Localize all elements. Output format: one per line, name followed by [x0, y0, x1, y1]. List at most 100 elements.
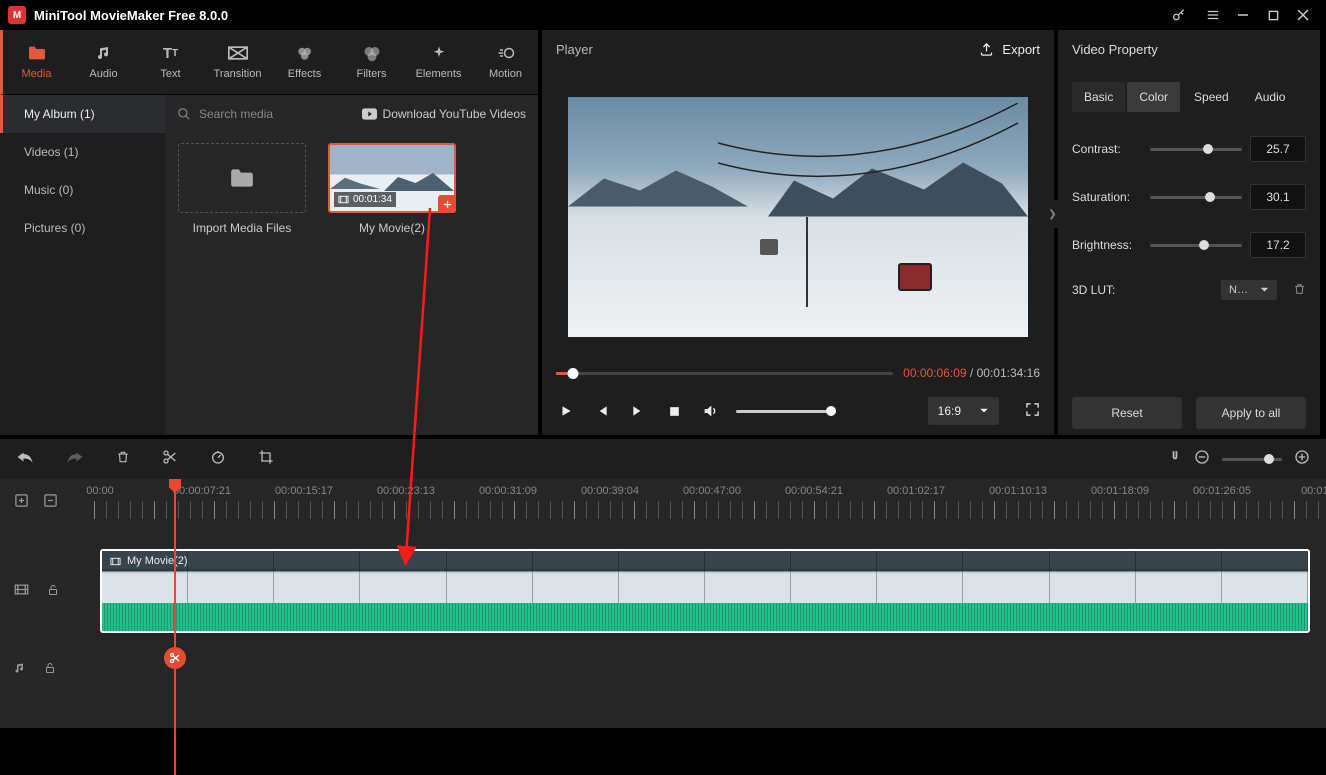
tab-media[interactable]: Media	[3, 30, 70, 94]
volume-slider[interactable]	[736, 410, 836, 413]
scissors-icon[interactable]	[164, 647, 186, 669]
app-logo: M	[8, 6, 26, 24]
speed-button[interactable]	[210, 449, 226, 469]
media-toolbar: Search media Download YouTube Videos	[165, 95, 538, 133]
timecode: 00:00:06:09 / 00:01:34:16	[903, 366, 1040, 380]
search-input[interactable]: Search media	[177, 107, 362, 121]
add-track-button[interactable]	[14, 493, 29, 511]
license-key-icon[interactable]	[1164, 0, 1194, 30]
playhead[interactable]	[174, 479, 176, 775]
tab-effects[interactable]: Effects	[271, 30, 338, 94]
download-youtube-link[interactable]: Download YouTube Videos	[362, 107, 526, 121]
audio-track-content[interactable]	[94, 649, 1326, 689]
import-dropzone[interactable]	[178, 143, 306, 213]
folder-icon	[229, 167, 255, 189]
tab-filters[interactable]: Filters	[338, 30, 405, 94]
clip-thumbnail[interactable]: 00:01:34	[328, 143, 456, 213]
transition-icon	[228, 44, 248, 62]
tab-elements[interactable]: Elements	[405, 30, 472, 94]
snap-button[interactable]	[1168, 449, 1182, 469]
collapse-panel-button[interactable]: ❯	[1047, 200, 1058, 228]
timeline-toolbar	[0, 439, 1326, 479]
volume-button[interactable]	[700, 401, 720, 421]
crop-button[interactable]	[258, 449, 274, 469]
ruler-label: 00:00:54:21	[785, 485, 843, 497]
tab-text[interactable]: TT Text	[137, 30, 204, 94]
tab-color[interactable]: Color	[1127, 82, 1180, 112]
fullscreen-button[interactable]	[1025, 402, 1040, 420]
progress-row: 00:00:06:09 / 00:01:34:16	[542, 359, 1054, 387]
media-clip-card[interactable]: 00:01:34 My Movie(2)	[327, 143, 457, 235]
main-tabs: Media Audio TT Text Transition Effects F…	[0, 30, 538, 95]
export-button[interactable]: Export	[979, 42, 1040, 57]
sidebar-item-music[interactable]: Music (0)	[0, 171, 165, 209]
contrast-slider[interactable]	[1150, 148, 1242, 151]
apply-all-button[interactable]: Apply to all	[1196, 397, 1306, 429]
brightness-slider[interactable]	[1150, 244, 1242, 247]
chevron-down-icon	[1260, 287, 1269, 293]
remove-track-button[interactable]	[43, 493, 58, 511]
brightness-value[interactable]: 17.2	[1250, 232, 1306, 258]
saturation-value[interactable]: 30.1	[1250, 184, 1306, 210]
tab-motion-label: Motion	[489, 68, 522, 80]
tab-audio-prop[interactable]: Audio	[1243, 82, 1298, 112]
add-to-timeline-button[interactable]	[438, 195, 456, 213]
ruler-label: 00:00:07:21	[173, 485, 231, 497]
tab-audio[interactable]: Audio	[70, 30, 137, 94]
saturation-slider[interactable]	[1150, 196, 1242, 199]
aspect-value: 16:9	[938, 404, 961, 418]
sidebar-item-myalbum[interactable]: My Album (1)	[0, 95, 165, 133]
lock-button[interactable]	[44, 661, 56, 678]
zoom-in-button[interactable]	[1294, 449, 1310, 469]
clip-name: My Movie(2)	[359, 221, 425, 235]
lut-row: 3D LUT: N…	[1072, 280, 1306, 300]
contrast-value[interactable]: 25.7	[1250, 136, 1306, 162]
prev-frame-button[interactable]	[592, 401, 612, 421]
video-track-content[interactable]: My Movie(2)	[94, 549, 1326, 633]
saturation-label: Saturation:	[1072, 190, 1142, 204]
maximize-button[interactable]	[1258, 0, 1288, 30]
zoom-out-button[interactable]	[1194, 449, 1210, 469]
close-button[interactable]	[1288, 0, 1318, 30]
zoom-slider[interactable]	[1222, 458, 1282, 461]
tab-transition[interactable]: Transition	[204, 30, 271, 94]
play-button[interactable]	[556, 401, 576, 421]
media-row: My Album (1) Videos (1) Music (0) Pictur…	[0, 95, 538, 435]
redo-button[interactable]	[66, 450, 84, 468]
clip-header: My Movie(2)	[102, 551, 1308, 571]
film-icon	[338, 195, 349, 204]
sidebar-item-pictures[interactable]: Pictures (0)	[0, 209, 165, 247]
contrast-label: Contrast:	[1072, 142, 1142, 156]
lut-delete-button[interactable]	[1293, 282, 1306, 299]
import-media-card[interactable]: Import Media Files	[177, 143, 307, 235]
preview-canvas[interactable]	[568, 97, 1028, 337]
menu-icon[interactable]	[1198, 0, 1228, 30]
stop-button[interactable]	[664, 401, 684, 421]
next-frame-button[interactable]	[628, 401, 648, 421]
lock-button[interactable]	[47, 583, 59, 600]
delete-button[interactable]	[116, 449, 130, 469]
property-footer: Reset Apply to all	[1058, 379, 1320, 435]
split-button[interactable]	[162, 449, 178, 469]
tab-basic[interactable]: Basic	[1072, 82, 1125, 112]
export-icon	[979, 42, 994, 57]
player-controls: 16:9	[542, 387, 1054, 435]
property-pane: ❯ Video Property Basic Color Speed Audio…	[1058, 30, 1320, 435]
sidebar-item-videos[interactable]: Videos (1)	[0, 133, 165, 171]
minimize-button[interactable]	[1228, 0, 1258, 30]
aspect-ratio-select[interactable]: 16:9	[928, 397, 999, 425]
tab-motion[interactable]: Motion	[472, 30, 539, 94]
lut-value: N…	[1229, 284, 1248, 296]
progress-slider[interactable]	[556, 372, 893, 375]
timeline-ruler[interactable]: 00:0000:00:07:2100:00:15:1700:00:23:1300…	[94, 479, 1326, 525]
ytdl-label: Download YouTube Videos	[383, 107, 526, 121]
tab-speed[interactable]: Speed	[1182, 82, 1241, 112]
timeline-ruler-row: 00:0000:00:07:2100:00:15:1700:00:23:1300…	[0, 479, 1326, 525]
lut-select[interactable]: N…	[1221, 280, 1277, 300]
app-title: MiniTool MovieMaker Free 8.0.0	[34, 8, 1164, 23]
tab-filters-label: Filters	[357, 68, 387, 80]
undo-button[interactable]	[16, 450, 34, 468]
ruler-label: 00:01:18:09	[1091, 485, 1149, 497]
timeline-clip[interactable]: My Movie(2)	[100, 549, 1310, 633]
reset-button[interactable]: Reset	[1072, 397, 1182, 429]
